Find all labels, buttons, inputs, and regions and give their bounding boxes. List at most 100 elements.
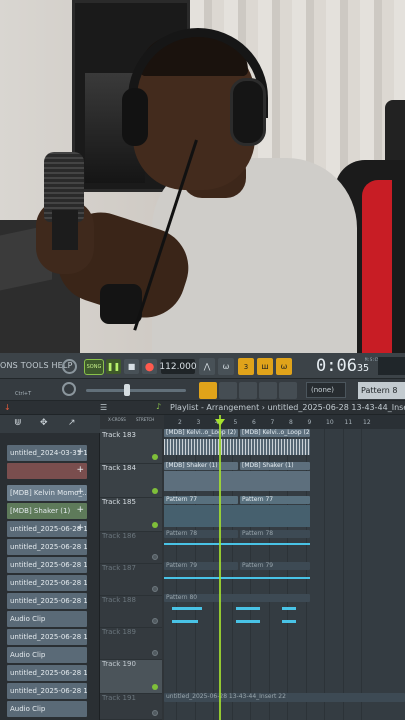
browser-item[interactable]: + <box>7 463 87 479</box>
track-mute-led[interactable] <box>152 554 158 560</box>
track-header[interactable]: Track 188 <box>100 596 162 628</box>
browser-item-label: untitled_2025-06-28 13-... <box>10 561 87 569</box>
track-header[interactable]: Track 191 <box>100 694 162 720</box>
browser-item-label: untitled_2025-06-28 13-... <box>10 669 87 677</box>
browser-item[interactable]: Audio Clip <box>7 701 87 717</box>
metronome-icon[interactable]: ⋀ <box>199 358 215 375</box>
browser-item[interactable]: untitled_2025-06-28 13-... <box>7 575 87 591</box>
play-button[interactable]: ❚❚ <box>106 359 121 374</box>
browser-toolbar: ⋓ ✥ ↗ <box>0 415 100 433</box>
clip-shaker-b[interactable]: [MDB] Shaker (1) <box>240 462 310 470</box>
add-icon[interactable]: + <box>76 523 84 533</box>
master-pitch-slider[interactable] <box>86 389 186 392</box>
browser-item[interactable]: untitled_2025-06-28 13-... <box>7 629 87 645</box>
browser-item[interactable]: [MDB] Shaker (1) + <box>7 503 87 519</box>
grid-line <box>324 429 325 720</box>
browser-item[interactable]: untitled_2025-06-28 13-... <box>7 593 87 609</box>
browser-item-label: untitled_2025-06-28 13-... <box>10 597 87 605</box>
browser-item-label: [MDB] Kelvin Momo_... <box>10 489 87 497</box>
record-button[interactable]: ● <box>142 359 157 374</box>
stop-button[interactable]: ■ <box>124 359 139 374</box>
track-header[interactable]: Track 187 <box>100 564 162 596</box>
browser-item-label: untitled_2025-06-28 13-... <box>10 543 87 551</box>
playhead[interactable] <box>219 415 221 720</box>
track-mute-led[interactable] <box>152 454 158 460</box>
chair-red-stripe <box>362 180 392 353</box>
track-mute-led[interactable] <box>152 618 158 624</box>
browser-item[interactable]: Audio Clip <box>7 611 87 627</box>
track-mute-led[interactable] <box>152 488 158 494</box>
arrow-tool-icon[interactable] <box>219 382 237 399</box>
step-edit-icon[interactable]: ш <box>257 358 273 375</box>
browser-item-label: Audio Clip <box>10 615 46 623</box>
add-icon[interactable]: + <box>76 487 84 497</box>
track-mute-led[interactable] <box>152 684 158 690</box>
clip-pattern-79b[interactable]: Pattern 79 <box>240 562 310 570</box>
clip-pattern-77b[interactable]: Pattern 77 <box>240 496 310 504</box>
timeline-ruler[interactable]: 2 3 4 5 6 7 8 9 10 11 12 <box>164 415 405 429</box>
arrow-icon[interactable]: ↓ <box>4 403 11 412</box>
clip-pattern-79a[interactable]: Pattern 79 <box>164 562 238 570</box>
track-header[interactable]: Track 186 <box>100 532 162 564</box>
pattern-dropdown[interactable]: (none) <box>306 382 346 398</box>
browser-item[interactable]: [MDB] Kelvin Momo_... + <box>7 485 87 501</box>
playlist-mode-icon[interactable] <box>199 382 217 399</box>
browser-item-label: [MDB] Shaker (1) <box>10 507 71 515</box>
tree-icon[interactable]: ✥ <box>40 418 48 428</box>
master-pitch-knob[interactable] <box>124 384 130 396</box>
plugin-icon[interactable] <box>279 382 297 399</box>
add-icon[interactable]: + <box>76 465 84 475</box>
ruler-tick: 9 <box>307 419 312 426</box>
track-label: Track 189 <box>102 628 136 636</box>
track-label: Track 191 <box>102 694 136 702</box>
ruler-tick: 7 <box>270 419 275 426</box>
clip-pattern-77a[interactable]: Pattern 77 <box>164 496 238 504</box>
magnet-icon[interactable]: ⋓ <box>14 418 22 428</box>
collapse-icon[interactable]: ↗ <box>68 418 76 428</box>
track-label: Track 187 <box>102 564 136 572</box>
wait-icon[interactable]: ω <box>218 358 234 375</box>
track-label: Track 188 <box>102 596 136 604</box>
clip-pattern-80[interactable]: Pattern 80 <box>164 594 310 602</box>
track-mute-led[interactable] <box>152 586 158 592</box>
track-mute-led[interactable] <box>152 522 158 528</box>
clip-shaker-a[interactable]: [MDB] Shaker (1) <box>164 462 238 470</box>
browser-item[interactable]: untitled_2025-06-28 13-...+ <box>7 521 87 537</box>
browser-item[interactable]: Audio Clip <box>7 647 87 663</box>
hint-circle-icon[interactable] <box>62 359 77 374</box>
track-header[interactable]: Track 189 <box>100 628 162 660</box>
stretch-label: STRETCH <box>136 417 155 422</box>
clip-pattern-78b[interactable]: Pattern 78 <box>240 530 310 538</box>
track-header[interactable]: Track 183 <box>100 431 162 464</box>
add-icon[interactable]: + <box>76 505 84 515</box>
tempo-display[interactable]: 112.000 <box>159 359 197 374</box>
master-volume-knob[interactable] <box>62 382 76 396</box>
loop-record-icon[interactable]: ω <box>276 358 292 375</box>
track-header[interactable]: Track 190 <box>100 660 162 694</box>
browser-item[interactable]: untitled_2025-06-28 13-... <box>7 683 87 699</box>
link-icon[interactable] <box>259 382 277 399</box>
browser-item[interactable]: untitled_2025-06-28 13-... <box>7 665 87 681</box>
browser-item[interactable]: untitled_2024-03-31 10-...+ <box>7 445 87 461</box>
track-header[interactable]: Track 185 <box>100 498 162 532</box>
add-icon[interactable]: + <box>76 447 84 457</box>
song-mode-toggle[interactable]: SONG <box>84 359 104 375</box>
browser-item[interactable]: untitled_2025-06-28 13-... <box>7 557 87 573</box>
browser-item[interactable]: untitled_2025-06-28 13-... <box>7 539 87 555</box>
track-header[interactable]: Track 184 <box>100 464 162 498</box>
track-mute-led[interactable] <box>152 650 158 656</box>
pattern-80-note <box>282 620 296 623</box>
shaker-waveform <box>164 471 310 491</box>
clip-loop-b[interactable]: [MDB] Kelvi..o_Loop (2) <box>240 429 310 437</box>
piano-roll-icon[interactable] <box>239 382 257 399</box>
pattern-80-note <box>282 607 296 610</box>
clip-pattern-78a[interactable]: Pattern 78 <box>164 530 238 538</box>
clip-insert-22[interactable]: untitled_2025-06-28 13-43-44_Insert 22 <box>164 693 405 702</box>
countdown-icon[interactable]: 3 <box>238 358 254 375</box>
playhead-marker[interactable] <box>215 419 225 426</box>
menu-icon[interactable]: ☰ <box>100 403 107 412</box>
pattern-selector[interactable]: Pattern 8 <box>358 382 405 399</box>
track-mute-led[interactable] <box>152 710 158 716</box>
arrangement-grid[interactable]: 2 3 4 5 6 7 8 9 10 11 12 [MDB] Kelvi..o_Loop (2) [… <box>164 415 405 720</box>
clip-loop-a[interactable]: [MDB] Kelvi..o_Loop (2) <box>164 429 238 437</box>
